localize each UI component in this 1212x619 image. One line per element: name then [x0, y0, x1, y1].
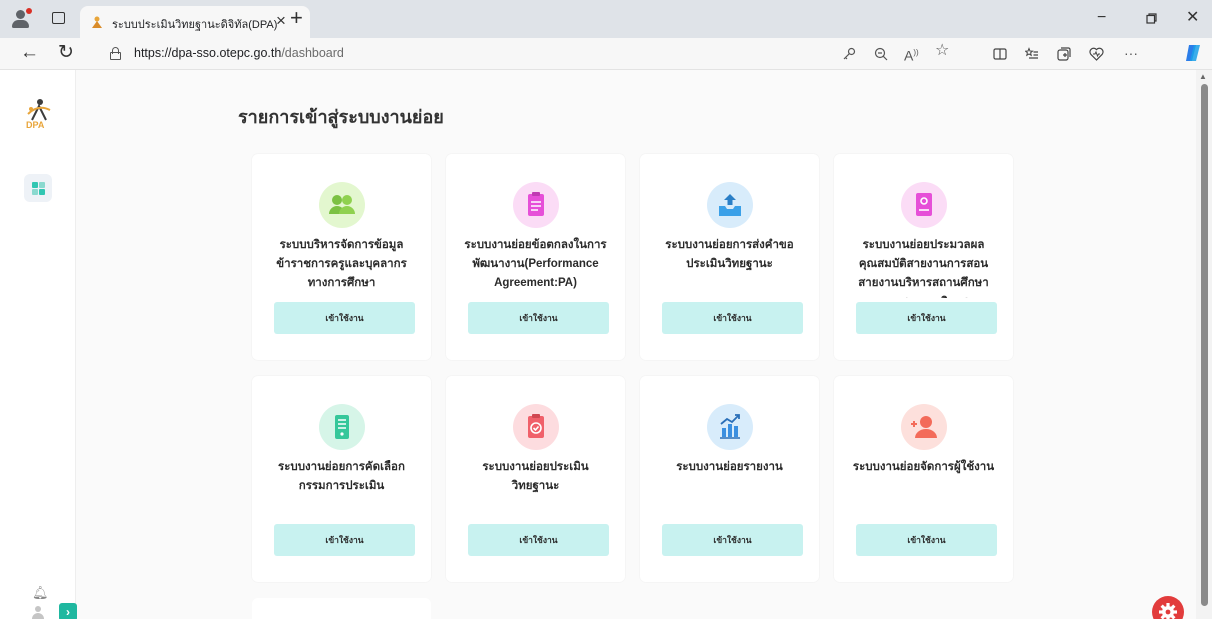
close-window-icon[interactable]: ✕ [1186, 8, 1199, 28]
lock-icon[interactable] [110, 47, 121, 60]
enter-button-users[interactable]: เข้าใช้งาน [856, 524, 997, 556]
system-card-users: ระบบงานย่อยจัดการผู้ใช้งาน เข้าใช้งาน [834, 376, 1013, 582]
page-title: รายการเข้าสู่ระบบงานย่อย [238, 107, 444, 127]
system-card-committee: ระบบงานย่อยการคัดเลือกกรรมการประเมิน เข้… [252, 376, 431, 582]
document-icon [319, 404, 365, 450]
browser-tab[interactable]: ระบบประเมินวิทยฐานะดิจิทัล(DPA) × [80, 6, 310, 38]
enter-button-personnel[interactable]: เข้าใช้งาน [274, 302, 415, 334]
browser-essentials-icon[interactable] [1089, 47, 1104, 61]
settings-gear-icon[interactable] [1152, 596, 1184, 619]
restore-icon[interactable] [1146, 13, 1157, 24]
card-title: ระบบงานย่อยจัดการผู้ใช้งาน [852, 461, 995, 473]
enter-button-report[interactable]: เข้าใช้งาน [662, 524, 803, 556]
bar-chart-icon [707, 404, 753, 450]
people-icon [319, 182, 365, 228]
system-card-personnel: ระบบบริหารจัดการข้อมูลข้าราชการครูและบุค… [252, 154, 431, 360]
collections-icon[interactable] [1057, 47, 1071, 61]
card-title: ระบบงานย่อยรายงาน [676, 461, 783, 473]
zoom-icon[interactable] [874, 47, 888, 61]
sidebar: DPA 🔔︎ [0, 70, 76, 619]
scrollbar-thumb[interactable] [1201, 84, 1208, 606]
dashboard-page: DPA 🔔︎ › รายการเข้าสู่ระบบงานย่อย ระบบบร… [0, 70, 1212, 619]
system-card-request: ระบบงานย่อยการส่งคำขอประเมินวิทยฐานะ เข้… [640, 154, 819, 360]
clipboard-check-icon [513, 404, 559, 450]
tab-title: ระบบประเมินวิทยฐานะดิจิทัล(DPA) [112, 19, 278, 31]
system-card-report: ระบบงานย่อยรายงาน เข้าใช้งาน [640, 376, 819, 582]
system-card-pa: ระบบงานย่อยข้อตกลงในการพัฒนางาน(Performa… [446, 154, 625, 360]
scroll-up-icon[interactable]: ▲ [1199, 72, 1207, 81]
url-text[interactable]: https://dpa-sso.otepc.go.th/dashboard [134, 46, 344, 60]
add-user-icon [901, 404, 947, 450]
notification-bell-icon[interactable]: 🔔︎ [32, 585, 49, 601]
tab-close-icon[interactable]: × [276, 11, 286, 31]
enter-button-evaluation[interactable]: เข้าใช้งาน [468, 524, 609, 556]
dpa-logo[interactable]: DPA [20, 96, 56, 136]
card-title: ระบบงานย่อยประเมินวิทยฐานะ [482, 461, 589, 492]
profile-icon[interactable] [10, 8, 32, 30]
read-aloud-icon[interactable]: A)) [904, 44, 919, 65]
upload-tray-icon [707, 182, 753, 228]
logo-text: DPA [26, 120, 45, 130]
more-icon[interactable]: ··· [1124, 44, 1138, 62]
card-title: ระบบงานย่อยประมวลผลคุณสมบัติสายงานการสอน… [858, 239, 989, 298]
system-card-qualification: ระบบงานย่อยประมวลผลคุณสมบัติสายงานการสอน… [834, 154, 1013, 360]
card-title: ระบบงานย่อยการส่งคำขอประเมินวิทยฐานะ [665, 239, 794, 270]
sidebar-expand-chevron-icon[interactable]: › [59, 603, 77, 619]
minimize-icon[interactable]: − [1097, 8, 1106, 28]
refresh-icon[interactable]: ↻ [58, 42, 74, 64]
enter-button-request[interactable]: เข้าใช้งาน [662, 302, 803, 334]
favorites-list-icon[interactable] [1025, 47, 1039, 61]
enter-button-pa[interactable]: เข้าใช้งาน [468, 302, 609, 334]
new-tab-icon[interactable]: + [290, 6, 303, 30]
split-screen-icon[interactable] [993, 47, 1007, 61]
clipboard-icon [513, 182, 559, 228]
browser-title-bar: ระบบประเมินวิทยฐานะดิจิทัล(DPA) × + − ✕ [0, 0, 1212, 38]
card-title: ระบบงานย่อยข้อตกลงในการพัฒนางาน(Performa… [464, 239, 607, 289]
card-title: ระบบบริหารจัดการข้อมูลข้าราชการครูและบุค… [276, 239, 407, 289]
enter-button-committee[interactable]: เข้าใช้งาน [274, 524, 415, 556]
tab-actions-icon[interactable] [52, 12, 65, 24]
card-title: ระบบงานย่อยการคัดเลือกกรรมการประเมิน [278, 461, 405, 492]
password-key-icon[interactable] [842, 47, 856, 61]
address-bar: ← ↻ https://dpa-sso.otepc.go.th/dashboar… [0, 38, 1212, 70]
id-document-icon [901, 182, 947, 228]
enter-button-qualification[interactable]: เข้าใช้งาน [856, 302, 997, 334]
system-card-evaluation: ระบบงานย่อยประเมินวิทยฐานะ เข้าใช้งาน [446, 376, 625, 582]
back-icon[interactable]: ← [20, 42, 39, 64]
copilot-icon[interactable] [1183, 43, 1203, 63]
dpa-favicon-icon [92, 16, 102, 28]
sidebar-item-dashboard[interactable] [24, 174, 52, 202]
system-card-partial [252, 598, 431, 619]
user-avatar-icon[interactable] [31, 606, 45, 619]
favorite-star-icon[interactable]: ☆ [935, 42, 949, 60]
